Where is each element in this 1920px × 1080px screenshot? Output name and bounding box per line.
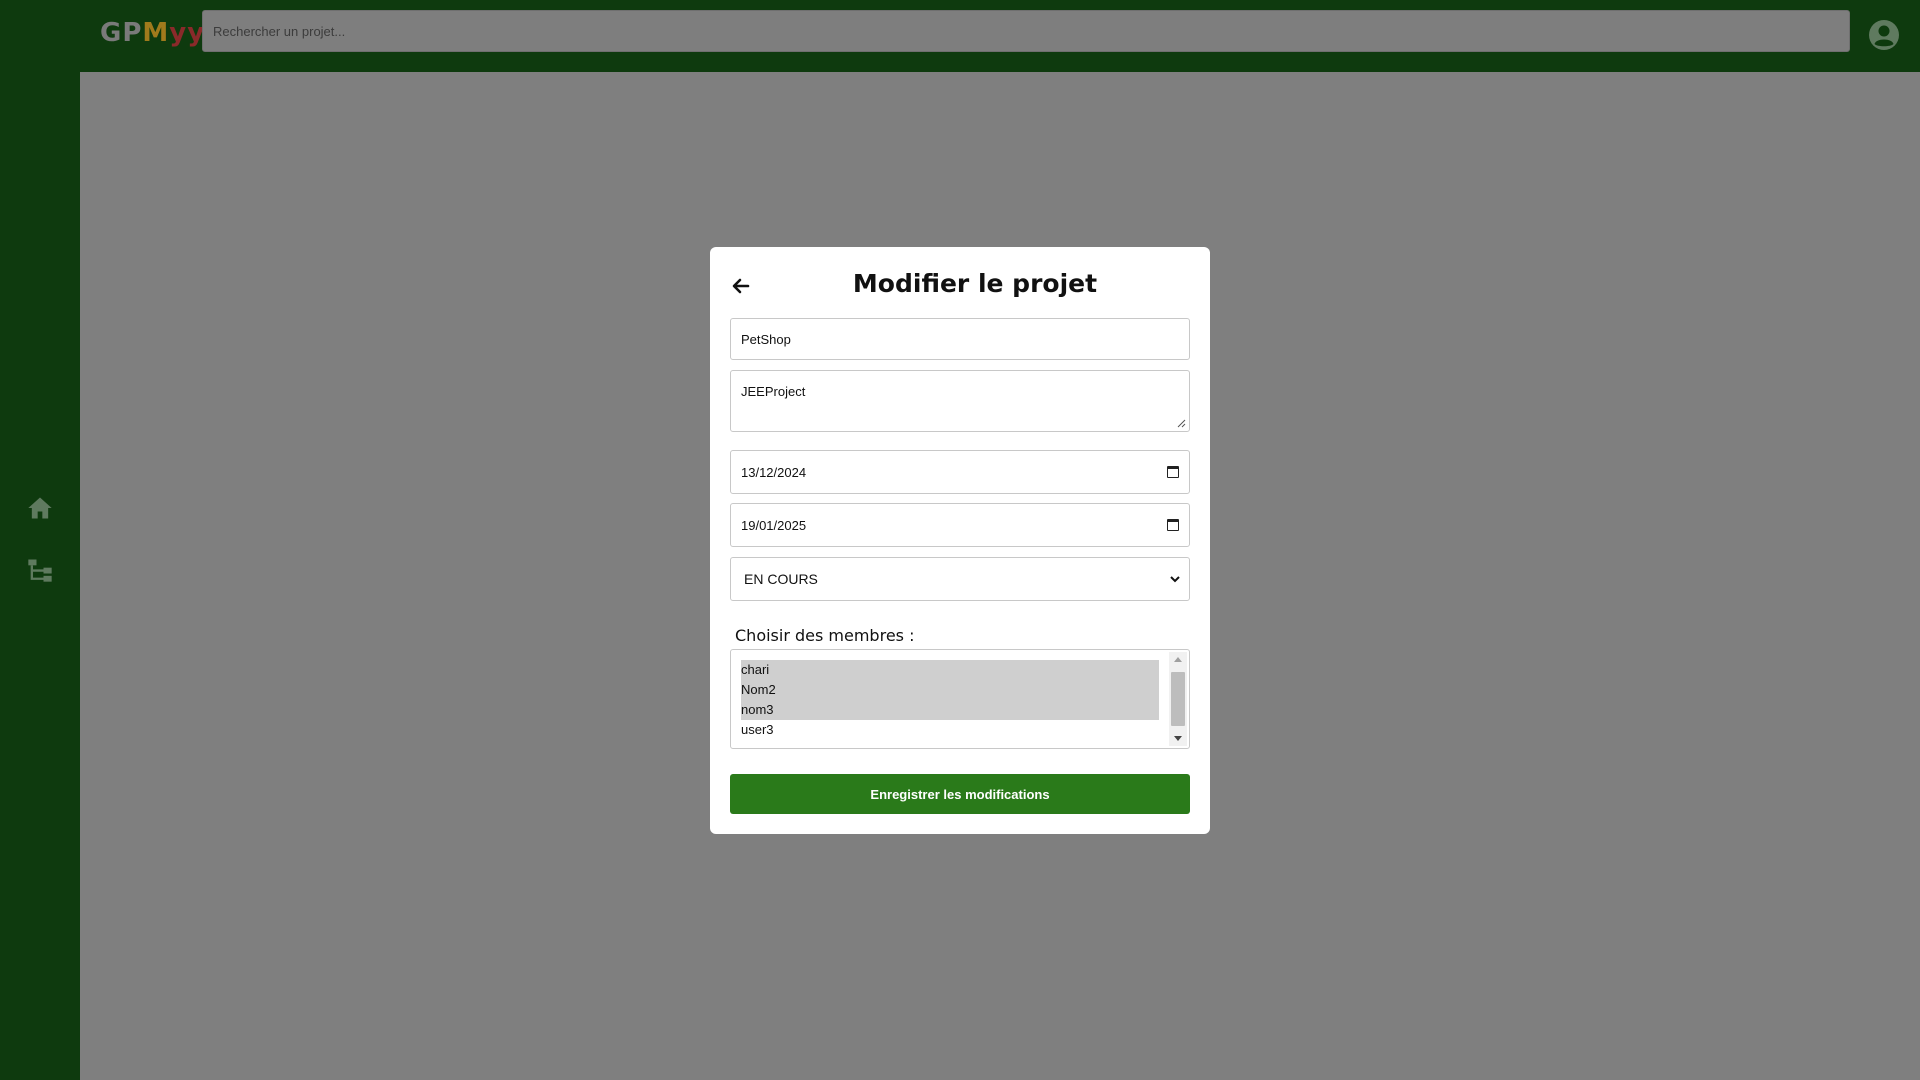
status-select[interactable]: EN COURS	[730, 557, 1190, 601]
modal-title: Modifier le projet	[852, 269, 1098, 298]
scroll-up-arrow-icon[interactable]	[1174, 657, 1182, 662]
project-name-input[interactable]: PetShop	[730, 318, 1190, 360]
scrollbar-thumb[interactable]	[1171, 672, 1185, 726]
project-description-value: JEEProject	[741, 384, 806, 399]
home-icon[interactable]	[26, 494, 54, 522]
calendar-icon[interactable]	[1167, 466, 1179, 478]
chevron-down-icon	[1170, 576, 1180, 583]
search-input[interactable]	[202, 10, 1850, 52]
project-description-textarea[interactable]: JEEProject	[730, 370, 1190, 432]
sitemap-icon[interactable]	[26, 556, 54, 584]
members-label: Choisir des membres :	[735, 626, 915, 645]
end-date-value: 19/01/2025	[741, 517, 807, 533]
user-avatar-icon[interactable]	[1868, 19, 1900, 51]
save-changes-button[interactable]: Enregistrer les modifications	[730, 774, 1190, 814]
top-bar: GPMyy	[0, 0, 1920, 72]
start-date-value: 13/12/2024	[741, 464, 807, 480]
members-listbox[interactable]: chari Nom2 nom3 user3	[730, 649, 1190, 749]
app-logo[interactable]: GPMyy	[100, 18, 205, 48]
start-date-input[interactable]: 13/12/2024	[730, 450, 1190, 494]
member-option-nom3[interactable]: nom3	[741, 700, 1159, 720]
status-value: EN COURS	[744, 571, 818, 587]
end-date-input[interactable]: 19/01/2025	[730, 503, 1190, 547]
member-option-chari[interactable]: chari	[741, 660, 1159, 680]
project-name-value: PetShop	[741, 331, 791, 347]
calendar-icon[interactable]	[1167, 519, 1179, 531]
member-option-user3[interactable]: user3	[741, 720, 1159, 740]
scroll-down-arrow-icon[interactable]	[1174, 736, 1182, 741]
member-option-nom2[interactable]: Nom2	[741, 680, 1159, 700]
edit-project-modal: Modifier le projet PetShop JEEProject 13…	[710, 247, 1210, 834]
listbox-scrollbar[interactable]	[1169, 652, 1187, 746]
resize-handle-icon[interactable]	[1177, 419, 1186, 428]
sidebar	[0, 0, 80, 1080]
